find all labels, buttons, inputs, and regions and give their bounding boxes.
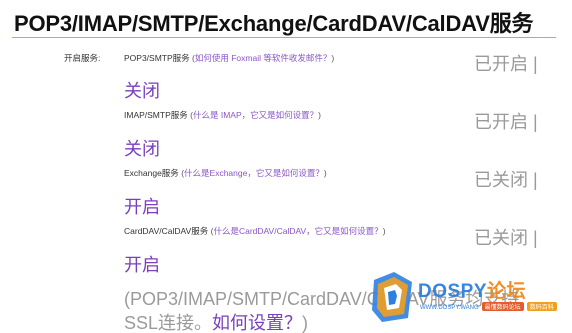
page-title: POP3/IMAP/SMTP/Exchange/CardDAV/CalDAV服务 — [14, 11, 534, 36]
paren-close: ) — [323, 168, 327, 178]
service-carddav-caldav: CardDAV/CalDAV服务 (什么是CardDAV/CalDAV，它又是如… — [124, 225, 386, 237]
ssl-note-prefix: SSL连接。 — [124, 313, 213, 333]
help-link-foxmail[interactable]: 如何使用 Foxmail 等软件收发邮件？ — [195, 53, 331, 63]
watermark-name-cn: 论坛 — [487, 281, 527, 302]
ssl-setup-link[interactable]: 如何设置？ — [212, 313, 302, 333]
watermark-url: WWW.DOSPY.WANG — [420, 305, 479, 311]
service-name: Exchange服务 — [124, 168, 179, 178]
service-name: IMAP/SMTP服务 — [124, 110, 188, 120]
help-link-imap[interactable]: 什么是 IMAP，它又是如何设置？ — [193, 110, 318, 120]
ssl-note-line2: SSL连接。如何设置？) — [124, 309, 308, 333]
toggle-imap-smtp-button[interactable]: 关闭 — [124, 135, 160, 161]
service-exchange: Exchange服务 (什么是Exchange，它又是如何设置？) — [124, 167, 327, 179]
ssl-note-suffix: ) — [302, 313, 309, 333]
toggle-pop3-smtp-button[interactable]: 关闭 — [124, 77, 160, 103]
status-exchange: 已关闭 | — [474, 170, 538, 190]
status-carddav-caldav: 已关闭 | — [474, 228, 538, 248]
status-imap-smtp: 已开启 | — [474, 112, 538, 132]
paren-close: ) — [331, 53, 335, 63]
service-name: CardDAV/CalDAV服务 — [124, 226, 209, 236]
paren-close: ) — [382, 226, 386, 236]
watermark-badge-1: 最懂数码论坛 — [481, 302, 524, 311]
enable-services-label: 开启服务: — [64, 53, 101, 63]
site-watermark: DOSPY论坛 WWW.DOSPY.WANG 最懂数码论坛 数码百科 — [368, 268, 568, 330]
watermark-name: DOSPY论坛 — [418, 276, 526, 303]
dospy-logo-icon — [372, 272, 412, 322]
watermark-url-row: WWW.DOSPY.WANG 最懂数码论坛 数码百科 — [420, 302, 557, 311]
watermark-badge-2: 数码百科 — [526, 302, 557, 311]
paren-close: ) — [318, 110, 321, 120]
service-name: POP3/SMTP服务 — [124, 53, 190, 63]
title-divider — [12, 37, 556, 38]
status-pop3-smtp: 已开启 | — [474, 54, 538, 74]
service-imap-smtp: IMAP/SMTP服务 (什么是 IMAP，它又是如何设置？) — [124, 109, 321, 121]
watermark-name-latin: DOSPY — [418, 281, 488, 302]
help-link-exchange[interactable]: 什么是Exchange，它又是如何设置？ — [184, 168, 324, 178]
toggle-carddav-caldav-button[interactable]: 开启 — [124, 251, 160, 277]
help-link-carddav[interactable]: 什么是CardDAV/CalDAV，它又是如何设置？ — [213, 226, 382, 236]
service-pop3-smtp: POP3/SMTP服务 (如何使用 Foxmail 等软件收发邮件？) — [124, 52, 334, 64]
toggle-exchange-button[interactable]: 开启 — [124, 193, 160, 219]
